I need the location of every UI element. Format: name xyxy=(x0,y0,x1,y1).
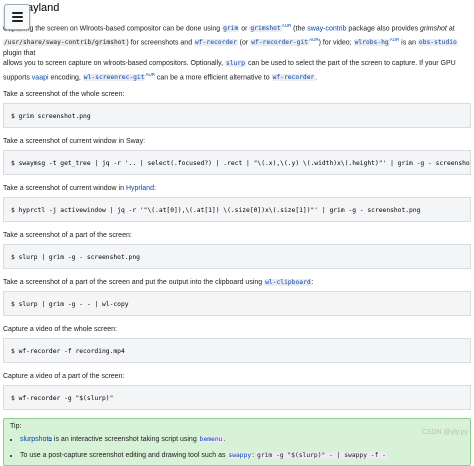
section-text: Take a screenshot of current window in H… xyxy=(3,183,471,194)
section-text: Take a screenshot of a part of the scree… xyxy=(3,232,132,240)
section-text: Take a screenshot of the whole screen: xyxy=(3,91,125,99)
watermark: CSDN @yly.py xyxy=(421,429,468,436)
sway-contrib-link[interactable]: sway-contrib xyxy=(307,25,346,32)
grimshot-emphasis: grimshot xyxy=(420,25,447,33)
vaapi-link[interactable]: vaapi xyxy=(32,74,49,81)
aur-badge[interactable]: AUR xyxy=(145,72,155,77)
aur-badge[interactable]: AUR xyxy=(282,23,292,28)
intro-text: encoding, xyxy=(48,73,83,81)
intro-text: can be a more efficient alternative to xyxy=(154,73,272,81)
code-block[interactable]: $ slurp | grim -g - - | wl-copy xyxy=(3,291,471,317)
intro-text: ) for screenshots and xyxy=(126,39,195,47)
intro-text: allows you to screen capture on wlroots-… xyxy=(3,60,226,68)
intro-text: package also provides xyxy=(346,25,421,33)
code-block[interactable]: $ wf-recorder -g "$(slurp)" xyxy=(3,385,471,411)
section-text: Capture a video of the whole screen: xyxy=(3,326,118,334)
tip-item: slurpshot⧉ is an interactive screenshot … xyxy=(20,435,464,445)
tip-text: To use a post-capture screenshot editing… xyxy=(20,452,228,460)
wlrobs-hg-link[interactable]: wlrobs-hg xyxy=(353,39,390,47)
tip-box: Tip: slurpshot⧉ is an interactive screen… xyxy=(3,418,471,466)
intro-text: (or xyxy=(237,39,251,47)
intro-text: . xyxy=(315,73,318,81)
code-block[interactable]: $ wf-recorder -f recording.mp4 xyxy=(3,338,471,364)
tip-title: Tip: xyxy=(10,423,22,431)
wl-clipboard-link[interactable]: wl-clipboard xyxy=(264,279,312,287)
hamburger-menu-button[interactable] xyxy=(4,4,30,30)
grim-link[interactable]: grim xyxy=(222,25,240,33)
aur-badge[interactable]: AUR xyxy=(309,37,319,42)
section-text: Take a screenshot of a part of the scree… xyxy=(3,277,471,288)
intro-text: (the xyxy=(291,25,308,33)
intro-text: ) for video; xyxy=(318,39,354,47)
intro-text: supports xyxy=(3,73,32,81)
intro-text: Capturing the screen on Wlroots-based co… xyxy=(3,25,223,33)
wf-recorder-link[interactable]: wf-recorder xyxy=(271,73,316,81)
swappy-link[interactable]: swappy xyxy=(227,452,253,460)
code-block[interactable]: $ hyprctl -j activewindow | jq -r '"\(.a… xyxy=(3,197,471,223)
section-text-part: : xyxy=(153,185,156,193)
tip-item: To use a post-capture screenshot editing… xyxy=(20,451,464,460)
section-text: Capture a video of a part of the screen: xyxy=(3,373,125,381)
code-block[interactable]: $ slurp | grim -g - screenshot.png xyxy=(3,244,471,270)
intro-text: plugin that xyxy=(3,49,36,57)
intro-text: can be used to select the part of the sc… xyxy=(246,60,456,68)
slurp-link[interactable]: slurp xyxy=(225,60,246,68)
hyprland-link[interactable]: Hyprland xyxy=(126,185,154,192)
intro-text: is an xyxy=(399,39,418,47)
section-text-part: Take a screenshot of current window in xyxy=(3,185,126,193)
code-block[interactable]: $ swaymsg -t get_tree | jq -r '.. | sele… xyxy=(3,150,471,176)
grimshot-link[interactable]: grimshot xyxy=(249,25,282,33)
intro-paragraph: Capturing the screen on Wlroots-based co… xyxy=(3,21,471,83)
aur-badge[interactable]: AUR xyxy=(390,37,400,42)
obs-studio-link[interactable]: obs-studio xyxy=(417,39,458,47)
wl-screenrec-git-link[interactable]: wl-screenrec-git xyxy=(82,73,146,81)
wf-recorder-git-link[interactable]: wf-recorder-git xyxy=(250,39,310,47)
code-block[interactable]: $ grim screenshot.png xyxy=(3,103,471,129)
section-heading: ayland xyxy=(27,2,60,14)
section-text: Take a screenshot of current window in S… xyxy=(3,138,146,146)
intro-text: at xyxy=(446,25,455,33)
section-text-part: Take a screenshot of a part of the scree… xyxy=(3,279,265,287)
intro-text: or xyxy=(239,25,250,33)
menu-icon xyxy=(11,10,23,24)
article-content: Capturing the screen on Wlroots-based co… xyxy=(3,21,471,466)
section-text-part: : xyxy=(311,279,314,287)
swappy-command: grim -g "$(slurp)" - | swappy -f - xyxy=(256,452,387,460)
grimshot-path: /usr/share/sway-contrib/grimshot xyxy=(3,39,127,47)
wf-recorder-link[interactable]: wf-recorder xyxy=(194,39,238,47)
tip-list: slurpshot⧉ is an interactive screenshot … xyxy=(10,435,464,460)
